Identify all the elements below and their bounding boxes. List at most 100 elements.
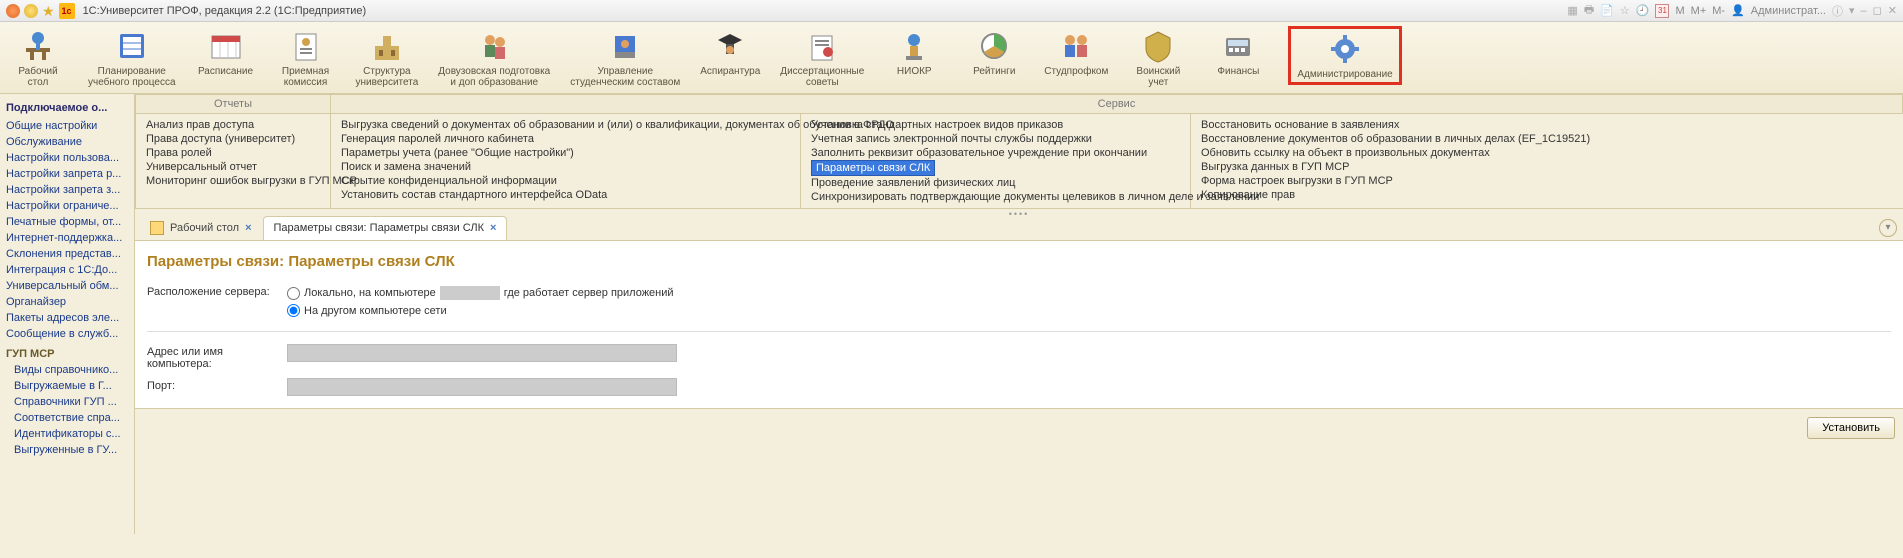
service-link[interactable]: Копирование прав (1201, 188, 1893, 202)
dropdown-icon[interactable]: ▾ (1849, 4, 1855, 17)
left-sublink[interactable]: Справочники ГУП ... (14, 394, 128, 410)
service-link[interactable]: Поиск и замена значений (341, 160, 790, 174)
tab-home[interactable]: Рабочий стол × (139, 216, 263, 240)
left-sublink[interactable]: Идентификаторы с... (14, 426, 128, 442)
service-link[interactable]: Синхронизировать подтверждающие документ… (811, 190, 1180, 204)
left-link[interactable]: Интеграция с 1С:До... (6, 262, 128, 278)
tool-stud[interactable]: Управлениестуденческим составом (570, 26, 680, 88)
tool-adm[interactable]: Приемнаякомиссия (276, 26, 336, 88)
mem-m[interactable]: M (1675, 5, 1684, 17)
tool-label: Финансы (1217, 66, 1259, 77)
left-panel: Подключаемое о... Общие настройкиОбслужи… (0, 94, 135, 534)
user-name[interactable]: Администрат... (1751, 5, 1826, 17)
tool-plan[interactable]: Планированиеучебного процесса (88, 26, 176, 88)
radio-local-label-a: Локально, на компьютере (304, 287, 436, 299)
service-link[interactable]: Скрытие конфиденциальной информации (341, 174, 790, 188)
tab-home-close-icon[interactable]: × (245, 222, 251, 234)
tool-label: Рабочийстол (18, 66, 57, 88)
service-link[interactable]: Генерация паролей личного кабинета (341, 132, 790, 146)
left-link[interactable]: Настройки ограниче... (6, 198, 128, 214)
tool-rate[interactable]: Рейтинги (964, 26, 1024, 77)
tool-struct[interactable]: Структурауниверситета (356, 26, 419, 88)
tool-fin[interactable]: Финансы (1208, 26, 1268, 77)
report-link[interactable]: Права ролей (146, 146, 320, 160)
close-icon[interactable]: ✕ (1888, 4, 1897, 17)
left-sublink[interactable]: Виды справочнико... (14, 362, 128, 378)
tool-desk[interactable]: Рабочийстол (8, 26, 68, 88)
info-icon[interactable]: ⓘ (1832, 3, 1843, 19)
service-link[interactable]: Выгрузка сведений о документах об образо… (341, 118, 790, 132)
left-link[interactable]: Склонения представ... (6, 246, 128, 262)
fav-icon[interactable]: ☆ (1620, 4, 1630, 17)
left-link[interactable]: Печатные формы, от... (6, 214, 128, 230)
radio-local[interactable] (287, 287, 300, 300)
mem-mplus[interactable]: M+ (1691, 5, 1707, 17)
minimize-icon[interactable]: – (1861, 5, 1867, 17)
report-link[interactable]: Права доступа (университет) (146, 132, 320, 146)
left-link[interactable]: Сообщение в служб... (6, 326, 128, 342)
masked-text (440, 286, 500, 300)
service-link[interactable]: Проведение заявлений физических лиц (811, 176, 1180, 190)
port-input[interactable] (287, 378, 677, 396)
radio-remote[interactable] (287, 304, 300, 317)
tool-niokr[interactable]: НИОКР (884, 26, 944, 77)
tool-asp[interactable]: Аспирантура (700, 26, 760, 77)
tool-label: Расписание (198, 66, 253, 77)
service-link[interactable]: Заполнить реквизит образовательное учреж… (811, 146, 1180, 160)
tab-active[interactable]: Параметры связи: Параметры связи СЛК × (263, 216, 508, 240)
report-link[interactable]: Универсальный отчет (146, 160, 320, 174)
service-link[interactable]: Установка стандартных настроек видов при… (811, 118, 1180, 132)
prof-icon (1058, 28, 1094, 64)
address-input[interactable] (287, 344, 677, 362)
service-link[interactable]: Восстановление документов об образовании… (1201, 132, 1893, 146)
left-link[interactable]: Настройки запрета р... (6, 166, 128, 182)
left-link[interactable]: Настройки пользова... (6, 150, 128, 166)
doc-icon[interactable]: 📄 (1600, 4, 1614, 17)
tool-admin[interactable]: Администрирование (1288, 26, 1401, 85)
mem-mminus[interactable]: M- (1712, 5, 1725, 17)
service-link[interactable]: Восстановить основание в заявлениях (1201, 118, 1893, 132)
star-icon[interactable]: ★ (42, 4, 55, 18)
service-link[interactable]: Форма настроек выгрузки в ГУП МСР (1201, 174, 1893, 188)
collapse-button[interactable]: ▾ (1879, 219, 1897, 237)
left-link[interactable]: Органайзер (6, 294, 128, 310)
left-link[interactable]: Общие настройки (6, 118, 128, 134)
page-content: Параметры связи: Параметры связи СЛК Рас… (135, 241, 1903, 408)
tab-active-close-icon[interactable]: × (490, 222, 496, 234)
service-link[interactable]: Обновить ссылку на объект в произвольных… (1201, 146, 1893, 160)
service-link-highlighted[interactable]: Параметры связи СЛК (811, 160, 935, 176)
left-link[interactable]: Универсальный обм... (6, 278, 128, 294)
tool-prof[interactable]: Студпрофком (1044, 26, 1108, 77)
report-link[interactable]: Мониторинг ошибок выгрузки в ГУП МСР (146, 174, 320, 188)
left-sublink[interactable]: Выгруженные в ГУ... (14, 442, 128, 458)
print-icon[interactable]: 🖶 (1584, 1, 1594, 20)
grid-icon[interactable]: ▦ (1567, 4, 1577, 17)
tool-dovuz[interactable]: Довузовская подготовкаи доп образование (438, 26, 550, 88)
service-link[interactable]: Выгрузка данных в ГУП МСР (1201, 160, 1893, 174)
report-link[interactable]: Анализ прав доступа (146, 118, 320, 132)
titlebar: ★ 1c 1С:Университет ПРОФ, редакция 2.2 (… (0, 0, 1903, 22)
tool-diss[interactable]: Диссертационныесоветы (780, 26, 864, 88)
left-link[interactable]: Пакеты адресов эле... (6, 310, 128, 326)
tool-label: Довузовская подготовкаи доп образование (438, 66, 550, 88)
service-link[interactable]: Установить состав стандартного интерфейс… (341, 188, 790, 202)
left-link[interactable]: Интернет-поддержка... (6, 230, 128, 246)
maximize-icon[interactable]: ◻ (1873, 4, 1882, 17)
left-sublink[interactable]: Выгружаемые в Г... (14, 378, 128, 394)
window-btn-2[interactable] (24, 4, 38, 18)
tool-sched[interactable]: Расписание (196, 26, 256, 77)
left-sublink[interactable]: Соответствие спра... (14, 410, 128, 426)
tab-active-label: Параметры связи: Параметры связи СЛК (274, 222, 485, 234)
window-btn-1[interactable] (6, 4, 20, 18)
service-link[interactable]: Учетная запись электронной почты службы … (811, 132, 1180, 146)
clock-icon[interactable]: 🕘 (1636, 4, 1650, 17)
service-link[interactable]: Параметры учета (ранее "Общие настройки"… (341, 146, 790, 160)
tool-mil[interactable]: Воинскийучет (1128, 26, 1188, 88)
main-toolbar: Рабочийстол Планированиеучебного процесса… (0, 22, 1903, 94)
mil-icon (1140, 28, 1176, 64)
calendar-icon[interactable]: 31 (1655, 4, 1669, 18)
service-header: Сервис (331, 94, 1903, 114)
install-button[interactable]: Установить (1807, 417, 1895, 439)
left-link[interactable]: Настройки запрета з... (6, 182, 128, 198)
left-link[interactable]: Обслуживание (6, 134, 128, 150)
